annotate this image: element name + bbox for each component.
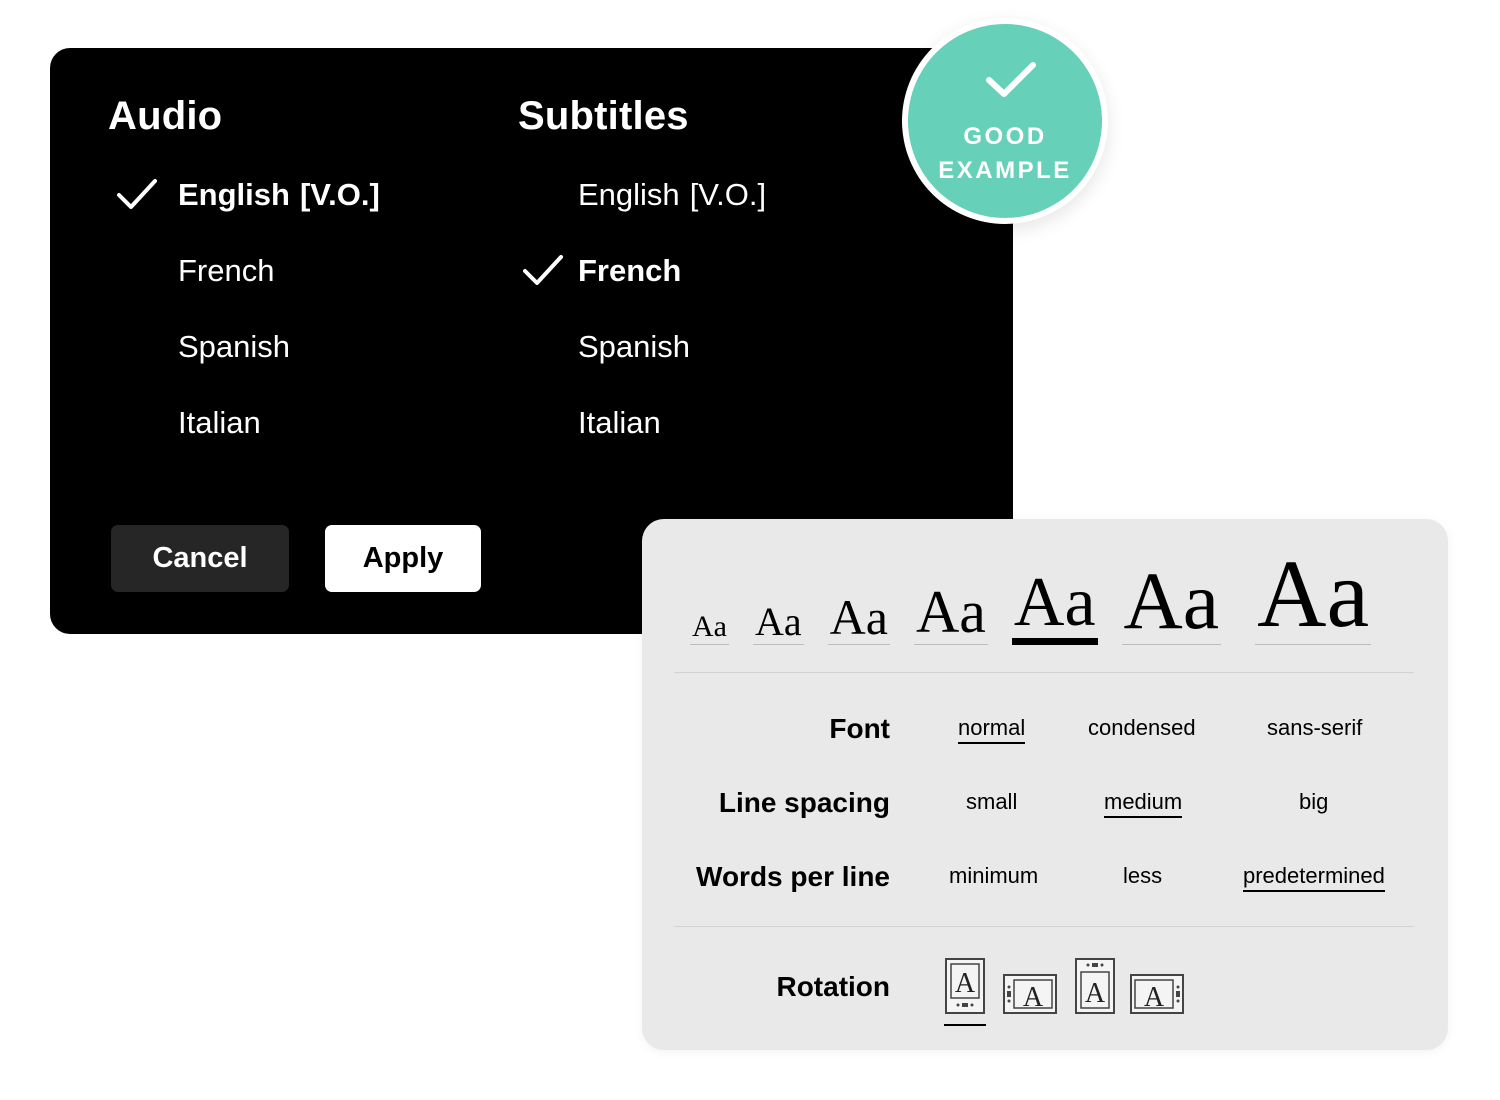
audio-option-label: Spanish — [178, 329, 291, 364]
apply-button[interactable]: Apply — [325, 525, 481, 592]
divider — [674, 926, 1414, 927]
rotation-selected-indicator — [944, 1024, 986, 1026]
good-example-badge: GOOD EXAMPLE — [902, 18, 1108, 224]
subtitles-option-italian[interactable]: Italian — [578, 400, 766, 476]
subtitles-list: English [V.O.] French Spanish Italian — [523, 172, 766, 476]
svg-text:A: A — [955, 968, 976, 999]
divider — [674, 672, 1414, 673]
badge-text: GOOD EXAMPLE — [908, 120, 1102, 188]
rotation-portrait-icon[interactable]: A — [944, 957, 986, 1015]
subtitles-option-label: Spanish — [578, 329, 691, 364]
rotation-label: Rotation — [776, 971, 890, 1002]
check-icon — [523, 255, 563, 285]
font-option-sans-serif[interactable]: sans-serif — [1267, 715, 1362, 741]
svg-text:A: A — [1085, 978, 1106, 1009]
text-size-option-5[interactable]: Aa — [1011, 568, 1098, 645]
audio-option-spanish[interactable]: Spanish — [178, 324, 380, 400]
check-icon — [117, 179, 157, 209]
audio-option-english[interactable]: English [V.O.] — [117, 172, 380, 248]
font-label: Font — [829, 713, 890, 744]
line-spacing-option-small[interactable]: small — [966, 789, 1017, 815]
subtitles-option-label: English — [578, 177, 680, 212]
words-per-line-label: Words per line — [696, 861, 890, 892]
audio-option-italian[interactable]: Italian — [178, 400, 380, 476]
text-size-option-4[interactable]: Aa — [913, 582, 988, 645]
audio-option-label: French — [178, 253, 275, 288]
svg-text:A: A — [1023, 982, 1044, 1013]
subtitles-option-french[interactable]: French — [523, 248, 766, 324]
font-option-condensed[interactable]: condensed — [1088, 715, 1196, 741]
subtitle-style-panel: Aa Aa Aa Aa Aa Aa Aa Font normal condens… — [642, 519, 1448, 1050]
line-spacing-label: Line spacing — [718, 787, 890, 818]
text-size-option-2[interactable]: Aa — [752, 602, 804, 645]
badge-line1: GOOD — [963, 123, 1047, 150]
audio-option-suffix: [V.O.] — [299, 177, 380, 212]
text-size-option-3[interactable]: Aa — [827, 592, 890, 645]
rotation-landscape-left-icon[interactable]: A — [1002, 973, 1058, 1015]
font-option-normal[interactable]: normal — [958, 715, 1026, 744]
audio-list: English [V.O.] French Spanish Italian — [117, 172, 380, 476]
words-per-line-option-predetermined[interactable]: predetermined — [1243, 863, 1385, 892]
rotation-landscape-right-icon[interactable]: A — [1129, 973, 1185, 1015]
subtitles-option-label: French — [578, 253, 682, 288]
text-size-option-1[interactable]: Aa — [690, 612, 729, 645]
audio-option-french[interactable]: French — [178, 248, 380, 324]
badge-circle: GOOD EXAMPLE — [908, 24, 1102, 218]
text-size-option-6[interactable]: Aa — [1121, 560, 1222, 645]
text-size-selector: Aa Aa Aa Aa Aa Aa Aa — [690, 546, 1410, 645]
check-icon — [986, 62, 1036, 97]
svg-text:A: A — [1144, 982, 1165, 1013]
audio-title: Audio — [108, 94, 223, 138]
audio-option-label: Italian — [178, 405, 261, 440]
rotation-portrait-flipped-icon[interactable]: A — [1074, 957, 1116, 1015]
words-per-line-option-minimum[interactable]: minimum — [949, 863, 1038, 889]
subtitles-option-suffix: [V.O.] — [689, 177, 767, 212]
line-spacing-option-medium[interactable]: medium — [1104, 789, 1183, 818]
subtitles-title: Subtitles — [518, 94, 689, 138]
text-size-option-7[interactable]: Aa — [1255, 546, 1372, 645]
badge-line2: EXAMPLE — [938, 157, 1072, 184]
subtitles-option-spanish[interactable]: Spanish — [578, 324, 766, 400]
line-spacing-option-big[interactable]: big — [1299, 789, 1328, 815]
cancel-button[interactable]: Cancel — [111, 525, 289, 592]
subtitles-option-english[interactable]: English [V.O.] — [578, 172, 766, 248]
words-per-line-option-less[interactable]: less — [1123, 863, 1162, 889]
audio-option-label: English — [178, 177, 290, 212]
subtitles-option-label: Italian — [578, 405, 661, 440]
